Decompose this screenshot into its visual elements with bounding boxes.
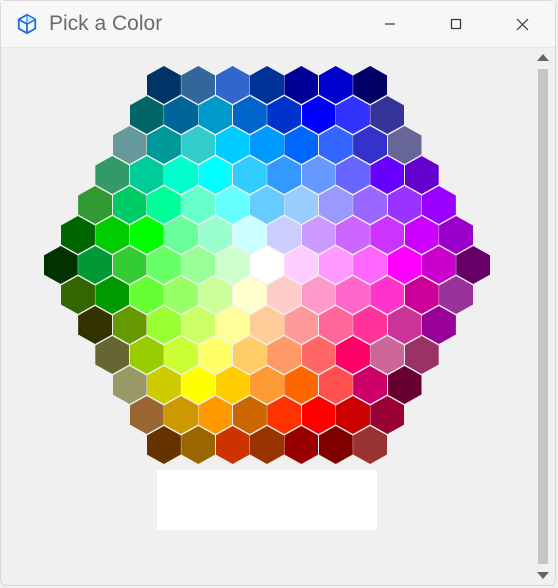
- color-swatch[interactable]: [147, 426, 181, 464]
- color-picker-window: Pick a Color: [0, 0, 556, 586]
- hex-color-grid: [44, 66, 491, 456]
- color-swatch[interactable]: [250, 426, 284, 464]
- picker-area: [1, 48, 533, 585]
- maximize-button[interactable]: [423, 1, 489, 47]
- selected-color-swatch[interactable]: [157, 470, 377, 530]
- color-swatch[interactable]: [216, 426, 250, 464]
- color-swatch[interactable]: [353, 426, 387, 464]
- minimize-button[interactable]: [357, 1, 423, 47]
- titlebar: Pick a Color: [1, 1, 555, 48]
- scroll-down-button[interactable]: [537, 572, 549, 579]
- window-title: Pick a Color: [49, 12, 357, 36]
- color-swatch[interactable]: [284, 426, 318, 464]
- hex-row: [44, 426, 491, 456]
- app-icon: [15, 12, 39, 36]
- scroll-thumb[interactable]: [538, 69, 548, 564]
- color-swatch[interactable]: [319, 426, 353, 464]
- window-controls: [357, 1, 555, 47]
- scrollbar: [533, 54, 553, 579]
- scroll-up-button[interactable]: [537, 54, 549, 61]
- close-button[interactable]: [489, 1, 555, 47]
- color-swatch[interactable]: [181, 426, 215, 464]
- hex-row: [44, 126, 491, 156]
- content-area: [1, 48, 555, 585]
- hex-row: [44, 66, 491, 96]
